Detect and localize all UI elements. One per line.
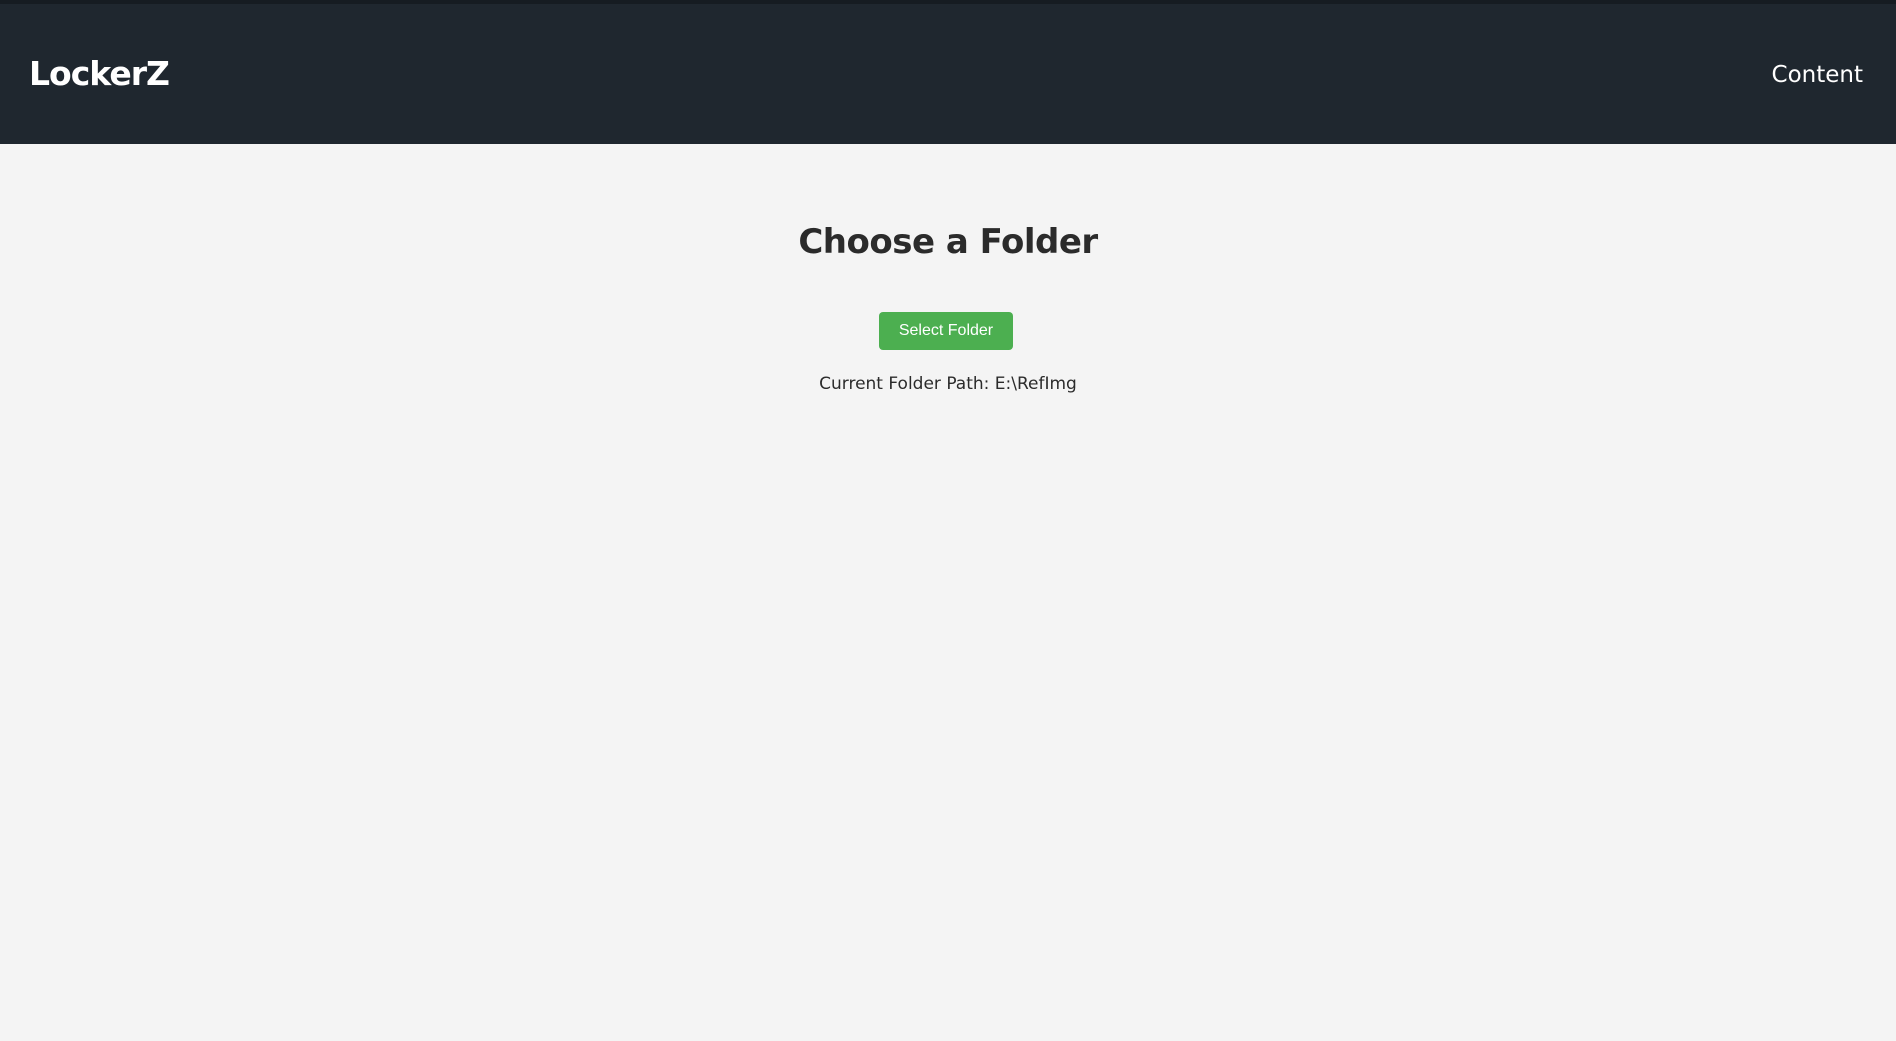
select-folder-button[interactable]: Select Folder [879, 312, 1013, 350]
main-content: Choose a Folder Select Folder Current Fo… [0, 144, 1896, 1041]
top-navbar: LockerZ Content [0, 0, 1896, 144]
app-window: LockerZ Content Choose a Folder Select F… [0, 0, 1896, 1041]
nav-link-content[interactable]: Content [1772, 60, 1863, 90]
current-path-label: Current Folder Path: [819, 374, 990, 394]
page-title: Choose a Folder [798, 222, 1098, 262]
brand-logo: LockerZ [29, 54, 170, 93]
current-folder-path: Current Folder Path: E:\RefImg [0, 372, 1896, 396]
current-path-value: E:\RefImg [994, 374, 1077, 394]
